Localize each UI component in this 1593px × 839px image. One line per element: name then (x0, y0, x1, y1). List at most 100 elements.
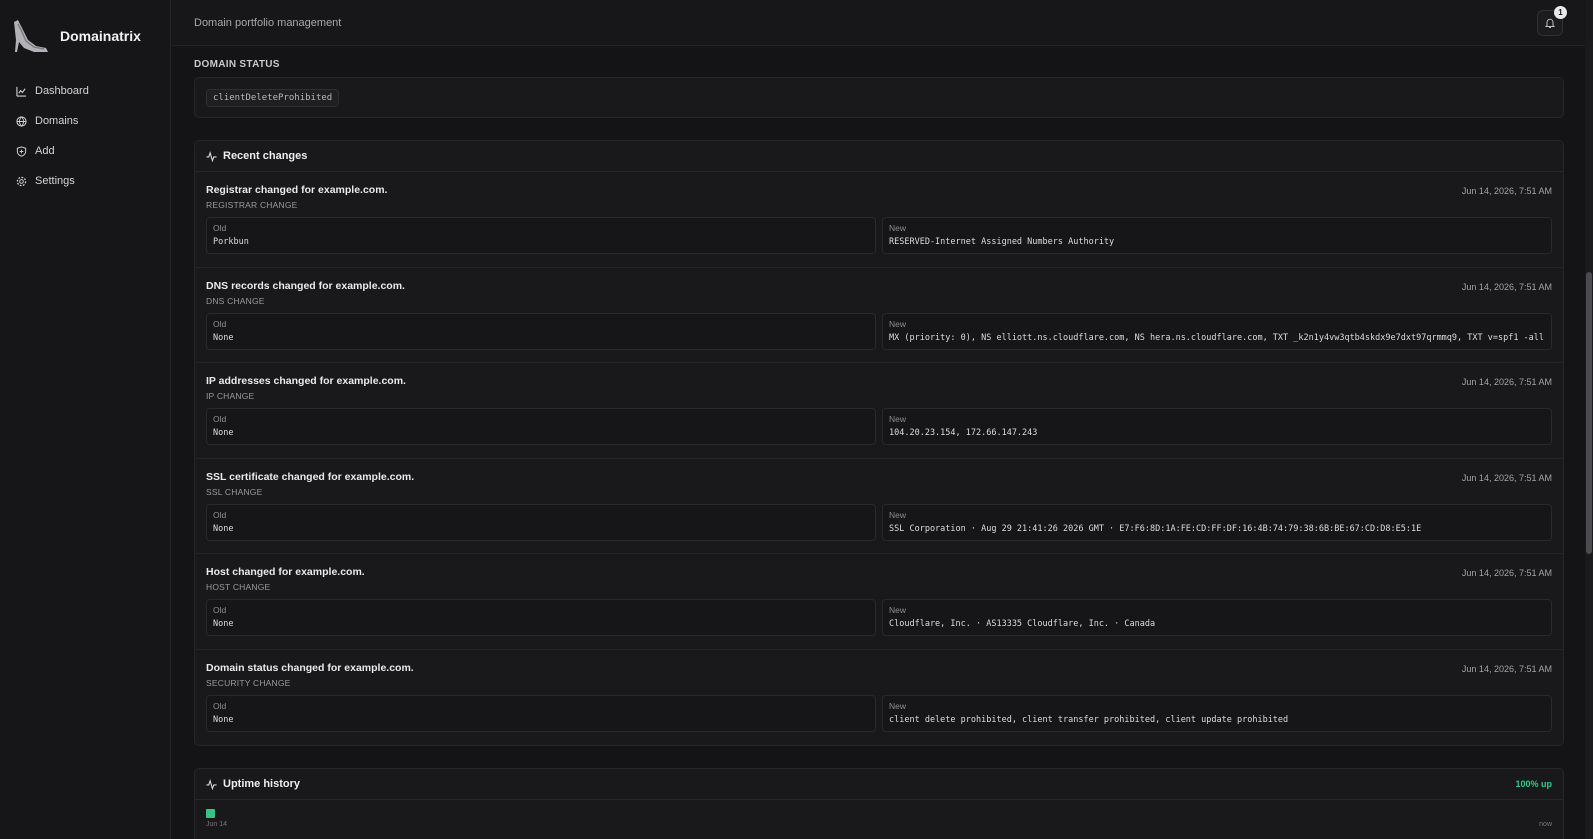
change-title: DNS records changed for example.com. (206, 279, 405, 292)
sidebar: Domainatrix Dashboard Domains Add Settin… (0, 0, 171, 839)
change-title: Domain status changed for example.com. (206, 661, 414, 674)
change-timestamp: Jun 14, 2026, 7:51 AM (1461, 281, 1552, 292)
uptime-start-label: Jun 14 (206, 821, 228, 828)
old-label: Old (213, 700, 227, 711)
uptime-bar[interactable] (206, 809, 215, 818)
new-value-box: New Cloudflare, Inc. · AS13335 Cloudflar… (882, 599, 1552, 636)
change-compare: Old None New SSL Corporation · Aug 29 21… (206, 503, 1552, 541)
old-label: Old (213, 605, 227, 615)
notification-count-badge: 1 (1554, 6, 1567, 19)
change-item: Registrar changed for example.com. REGIS… (195, 172, 1563, 268)
old-label: Old (213, 509, 227, 520)
new-value-box: New RESERVED-Internet Assigned Numbers A… (882, 217, 1552, 254)
sidebar-item-label: Settings (35, 175, 75, 187)
change-timestamp: Jun 14, 2026, 7:51 AM (1461, 472, 1552, 483)
uptime-percent: 100% up (1515, 779, 1552, 789)
uptime-end-label: now (1539, 821, 1552, 828)
bell-icon (1544, 18, 1556, 28)
new-label: New (889, 318, 907, 329)
old-label: Old (213, 414, 227, 424)
new-label: New (889, 414, 907, 424)
status-badge: clientDeleteProhibited (206, 88, 340, 107)
new-value: client delete prohibited, client transfe… (889, 714, 1289, 725)
change-type: REGISTRAR CHANGE (206, 200, 298, 210)
change-type: SSL CHANGE (206, 486, 263, 497)
change-type: HOST CHANGE (206, 582, 271, 592)
change-item: DNS records changed for example.com. DNS… (195, 268, 1563, 363)
sidebar-item-dashboard[interactable]: Dashboard (0, 76, 170, 106)
stiletto-logo-icon (14, 20, 48, 52)
change-title: IP addresses changed for example.com. (206, 375, 406, 387)
old-value-box: Old Porkbun (206, 217, 876, 254)
old-value: Porkbun (213, 237, 249, 247)
old-value-box: Old None (206, 503, 876, 541)
new-value-box: New SSL Corporation · Aug 29 21:41:26 20… (882, 503, 1552, 541)
new-label: New (889, 605, 907, 615)
uptime-history-card: Uptime history 100% up Jun 14 now (194, 768, 1564, 839)
shield-plus-icon (16, 145, 27, 157)
change-item: SSL certificate changed for example.com.… (195, 459, 1563, 554)
old-value-box: Old None (206, 312, 876, 350)
uptime-header: Uptime history 100% up (195, 769, 1563, 800)
change-type: IP CHANGE (206, 391, 255, 401)
scrollbar-track[interactable] (1585, 0, 1593, 839)
globe-icon (16, 115, 27, 127)
change-item: IP addresses changed for example.com. IP… (195, 363, 1563, 459)
new-value: Cloudflare, Inc. · AS13335 Cloudflare, I… (889, 619, 1156, 629)
change-title: Registrar changed for example.com. (206, 184, 388, 196)
notifications-button[interactable]: 1 (1537, 6, 1567, 36)
change-compare: Old None New client delete prohibited, c… (206, 694, 1552, 732)
change-item: Host changed for example.com. HOST CHANG… (195, 554, 1563, 650)
app-name: Domainatrix (60, 28, 141, 44)
new-value: SSL Corporation · Aug 29 21:41:26 2026 G… (889, 523, 1422, 534)
top-header: Domain portfolio management 1 (172, 0, 1593, 46)
change-type: SECURITY CHANGE (206, 677, 291, 688)
page-title: Domain portfolio management (194, 16, 342, 29)
activity-icon (206, 150, 217, 162)
new-value: MX (priority: 0), NS elliott.ns.cloudfla… (889, 332, 1545, 343)
old-value: None (213, 332, 234, 343)
uptime-axis: Jun 14 now (206, 821, 1552, 828)
old-value-box: Old None (206, 694, 876, 732)
change-title: Host changed for example.com. (206, 566, 365, 578)
change-compare: Old Porkbun New RESERVED-Internet Assign… (206, 217, 1552, 254)
old-label: Old (213, 318, 227, 329)
chart-line-icon (16, 86, 27, 97)
new-label: New (889, 700, 907, 711)
sidebar-item-label: Add (35, 145, 55, 157)
recent-changes-header: Recent changes (195, 141, 1563, 172)
old-value: None (213, 428, 234, 438)
old-label: Old (213, 223, 227, 233)
old-value: None (213, 619, 234, 629)
change-timestamp: Jun 14, 2026, 7:51 AM (1461, 186, 1552, 196)
change-compare: Old None New 104.20.23.154, 172.66.147.2… (206, 408, 1552, 445)
new-label: New (889, 509, 907, 520)
brand[interactable]: Domainatrix (0, 0, 170, 72)
change-timestamp: Jun 14, 2026, 7:51 AM (1461, 568, 1552, 578)
change-title: SSL certificate changed for example.com. (206, 470, 415, 483)
change-timestamp: Jun 14, 2026, 7:51 AM (1461, 377, 1552, 387)
gear-icon (16, 176, 27, 186)
uptime-body: Jun 14 now (195, 800, 1563, 837)
sidebar-item-settings[interactable]: Settings (0, 166, 170, 196)
sidebar-item-label: Domains (35, 115, 79, 127)
change-timestamp: Jun 14, 2026, 7:51 AM (1461, 663, 1552, 674)
uptime-title: Uptime history (223, 778, 301, 790)
sidebar-item-add[interactable]: Add (0, 136, 170, 166)
main-content: DOMAIN STATUS clientDeleteProhibited Rec… (194, 46, 1564, 839)
old-value-box: Old None (206, 408, 876, 445)
domain-status-heading: DOMAIN STATUS (194, 59, 280, 70)
old-value-box: Old None (206, 599, 876, 636)
new-value-box: New MX (priority: 0), NS elliott.ns.clou… (882, 312, 1552, 350)
recent-changes-title: Recent changes (223, 150, 308, 162)
change-compare: Old None New MX (priority: 0), NS elliot… (206, 312, 1552, 350)
old-value: None (213, 523, 234, 534)
sidebar-nav: Dashboard Domains Add Settings (0, 76, 170, 196)
recent-changes-card: Recent changes Registrar changed for exa… (194, 140, 1564, 746)
new-value: 104.20.23.154, 172.66.147.243 (889, 428, 1038, 438)
sidebar-item-domains[interactable]: Domains (0, 106, 170, 136)
new-value-box: New client delete prohibited, client tra… (882, 694, 1552, 732)
change-compare: Old None New Cloudflare, Inc. · AS13335 … (206, 599, 1552, 636)
new-value-box: New 104.20.23.154, 172.66.147.243 (882, 408, 1552, 445)
scrollbar-thumb[interactable] (1586, 272, 1592, 554)
